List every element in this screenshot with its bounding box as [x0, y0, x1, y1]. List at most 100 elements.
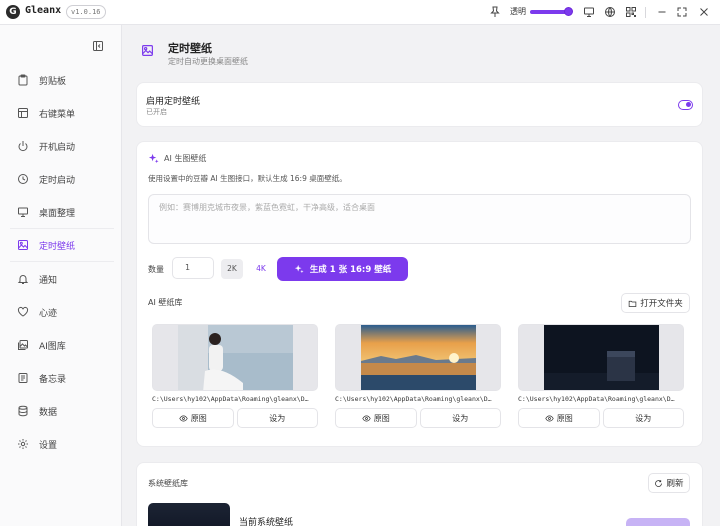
system-wallpaper-action-button[interactable]: [626, 518, 690, 526]
wallpaper-card: C:\Users\hy102\AppData\Roaming\gleanx\D……: [152, 324, 318, 428]
refresh-button[interactable]: 刷新: [648, 473, 690, 493]
eye-icon: [179, 414, 188, 422]
preview-original-button[interactable]: 原图: [518, 408, 600, 428]
sidebar-item-label: 右键菜单: [39, 109, 76, 120]
menu-icon: [17, 107, 29, 119]
pin-icon[interactable]: [489, 6, 501, 18]
image-icon: [17, 239, 29, 251]
sparkle-icon: [294, 264, 304, 274]
prompt-input[interactable]: 例如：赛博朋克城市夜景，紫蓝色霓虹，干净高级，适合桌面: [148, 194, 691, 244]
preview-original-label: 原图: [556, 413, 573, 423]
system-library-label: 系统壁纸库: [148, 479, 188, 488]
wallpaper-thumbnail[interactable]: [518, 324, 684, 391]
database-icon: [17, 405, 29, 417]
sidebar-item-context-menu[interactable]: 右键菜单: [10, 101, 114, 125]
image-icon: [141, 44, 154, 57]
open-folder-label: 打开文件夹: [640, 299, 683, 309]
sidebar-item-label: 数据: [39, 407, 58, 418]
minimize-icon[interactable]: [656, 6, 668, 18]
set-wallpaper-button[interactable]: 设为: [602, 408, 684, 428]
sidebar: 剪贴板 右键菜单 开机启动 定时启动 桌面整理 定时壁纸 通知 心迹 AI图库 …: [0, 25, 122, 526]
sidebar-item-settings[interactable]: 设置: [10, 432, 114, 456]
monitor-icon[interactable]: [583, 6, 595, 18]
sidebar-item-label: 桌面整理: [39, 208, 76, 219]
wallpaper-path: C:\Users\hy102\AppData\Roaming\gleanx\D…: [335, 395, 492, 403]
resolution-2k-button[interactable]: 2K: [221, 259, 243, 279]
gallery-icon: [17, 339, 29, 351]
app-name: Gleanx: [25, 5, 62, 16]
sidebar-item-label: 剪贴板: [39, 76, 67, 87]
opacity-slider-thumb[interactable]: [564, 7, 573, 16]
globe-icon[interactable]: [604, 6, 616, 18]
fullscreen-icon[interactable]: [676, 6, 688, 18]
ai-card-title: AI 生图壁纸: [164, 154, 207, 163]
ai-wallpaper-card: AI 生图壁纸 使用设置中的豆瓣 AI 生图接口，默认生成 16:9 桌面壁纸。…: [136, 141, 703, 447]
preview-original-label: 原图: [190, 413, 207, 423]
opacity-label: 透明: [510, 7, 526, 16]
enable-wallpaper-status: 已开启: [146, 108, 167, 116]
refresh-label: 刷新: [666, 479, 684, 489]
wallpaper-thumbnail[interactable]: [335, 324, 501, 391]
main-content: 定时壁纸 定时自动更换桌面壁纸 启用定时壁纸 已开启 AI 生图壁纸 使用设置中…: [122, 25, 720, 526]
eye-icon: [362, 414, 371, 422]
sidebar-item-ai-gallery[interactable]: AI图库: [10, 333, 114, 357]
close-icon[interactable]: [698, 6, 710, 18]
wallpaper-card: C:\Users\hy102\AppData\Roaming\gleanx\D……: [335, 324, 501, 428]
generate-button[interactable]: 生成 1 张 16:9 壁纸: [277, 257, 408, 281]
preview-original-label: 原图: [373, 413, 390, 423]
open-folder-button[interactable]: 打开文件夹: [621, 293, 690, 313]
ai-card-description: 使用设置中的豆瓣 AI 生图接口，默认生成 16:9 桌面壁纸。: [148, 174, 347, 183]
sidebar-item-heart-trace[interactable]: 心迹: [10, 300, 114, 324]
app-logo: G: [6, 5, 20, 19]
folder-icon: [628, 300, 637, 307]
set-wallpaper-button[interactable]: 设为: [236, 408, 318, 428]
quantity-input[interactable]: 1: [172, 257, 214, 279]
sidebar-item-scheduled-start[interactable]: 定时启动: [10, 167, 114, 191]
enable-wallpaper-card: 启用定时壁纸 已开启: [136, 82, 703, 127]
sidebar-item-memo[interactable]: 备忘录: [10, 366, 114, 390]
quantity-label: 数量: [148, 265, 164, 274]
sidebar-item-scheduled-wallpaper[interactable]: 定时壁纸: [10, 233, 114, 257]
preview-original-button[interactable]: 原图: [152, 408, 234, 428]
heart-icon: [17, 306, 29, 318]
set-wallpaper-button[interactable]: 设为: [419, 408, 501, 428]
enable-wallpaper-toggle[interactable]: [678, 100, 693, 110]
power-icon: [17, 140, 29, 152]
set-wallpaper-label: 设为: [269, 413, 286, 423]
sidebar-item-label: 备忘录: [39, 374, 67, 385]
system-wallpaper-thumbnail[interactable]: [148, 503, 230, 526]
refresh-icon: [655, 479, 663, 487]
preview-original-button[interactable]: 原图: [335, 408, 417, 428]
sidebar-item-label: 开机启动: [39, 142, 76, 153]
page-title: 定时壁纸: [168, 42, 212, 55]
sidebar-item-label: AI图库: [39, 341, 66, 352]
sidebar-item-label: 心迹: [39, 308, 58, 319]
title-bar: G Gleanx v1.0.16 透明: [0, 0, 720, 25]
sidebar-item-notifications[interactable]: 通知: [10, 267, 114, 291]
sidebar-item-data[interactable]: 数据: [10, 399, 114, 423]
sidebar-item-label: 定时壁纸: [39, 241, 76, 252]
eye-icon: [545, 414, 554, 422]
qr-code-icon[interactable]: [625, 6, 637, 18]
ai-library-label: AI 壁纸库: [148, 298, 183, 307]
wallpaper-card: C:\Users\hy102\AppData\Roaming\gleanx\D……: [518, 324, 684, 428]
sidebar-item-startup[interactable]: 开机启动: [10, 134, 114, 158]
current-system-wallpaper-label: 当前系统壁纸: [239, 518, 294, 526]
set-wallpaper-label: 设为: [635, 413, 652, 423]
wallpaper-path: C:\Users\hy102\AppData\Roaming\gleanx\D…: [152, 395, 309, 403]
sidebar-divider: [10, 261, 114, 262]
version-badge: v1.0.16: [66, 5, 106, 19]
page-subtitle: 定时自动更换桌面壁纸: [168, 57, 248, 66]
sidebar-collapse-icon[interactable]: [92, 40, 104, 52]
generate-button-label: 生成 1 张 16:9 壁纸: [309, 265, 392, 275]
sidebar-item-clipboard[interactable]: 剪贴板: [10, 68, 114, 92]
sidebar-item-label: 定时启动: [39, 175, 76, 186]
titlebar-divider: [645, 7, 646, 18]
resolution-4k-button[interactable]: 4K: [250, 259, 272, 279]
sidebar-item-label: 设置: [39, 440, 58, 451]
sidebar-item-label: 通知: [39, 275, 58, 286]
wallpaper-thumbnail[interactable]: [152, 324, 318, 391]
set-wallpaper-label: 设为: [452, 413, 469, 423]
sidebar-item-desktop-organize[interactable]: 桌面整理: [10, 200, 114, 224]
clipboard-icon: [17, 74, 29, 86]
